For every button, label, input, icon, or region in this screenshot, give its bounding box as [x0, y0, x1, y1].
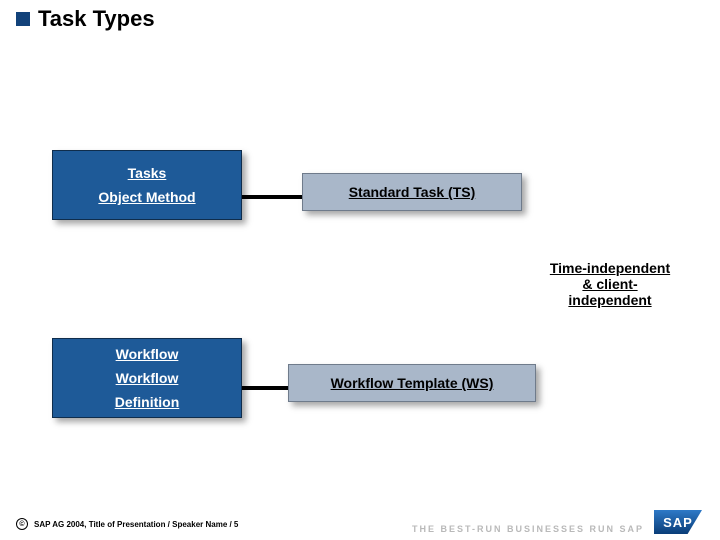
workflow-box-line1: Workflow	[108, 342, 187, 366]
slide-title: Task Types	[38, 6, 155, 32]
footer: © SAP AG 2004, Title of Presentation / S…	[16, 518, 238, 530]
tasks-box-line2: Object Method	[90, 185, 203, 209]
time-independent-note: Time-independent & client- independent	[520, 260, 700, 308]
workflow-box-line2: Workflow	[108, 366, 187, 390]
tasks-box-line1: Tasks	[120, 161, 175, 185]
sap-mark-text: SAP	[663, 515, 693, 530]
note-line1: Time-independent	[520, 260, 700, 276]
title-bullet-icon	[16, 12, 30, 26]
sap-logo-area: THE BEST-RUN BUSINESSES RUN SAP SAP	[412, 510, 702, 534]
sap-logo-icon: SAP	[654, 510, 702, 534]
footer-text: SAP AG 2004, Title of Presentation / Spe…	[34, 520, 238, 529]
standard-task-box: Standard Task (TS)	[302, 173, 522, 211]
connector-workflow	[242, 386, 288, 390]
workflow-box: Workflow Workflow Definition	[52, 338, 242, 418]
connector-tasks	[242, 195, 302, 199]
note-line3: independent	[520, 292, 700, 308]
slide-title-bar: Task Types	[16, 6, 155, 32]
workflow-template-box: Workflow Template (WS)	[288, 364, 536, 402]
workflow-box-line3: Definition	[107, 390, 188, 414]
standard-task-label: Standard Task (TS)	[341, 184, 484, 200]
tasks-box: Tasks Object Method	[52, 150, 242, 220]
note-line2: & client-	[520, 276, 700, 292]
copyright-icon: ©	[16, 518, 28, 530]
workflow-template-label: Workflow Template (WS)	[323, 375, 502, 391]
sap-tagline: THE BEST-RUN BUSINESSES RUN SAP	[412, 524, 644, 534]
